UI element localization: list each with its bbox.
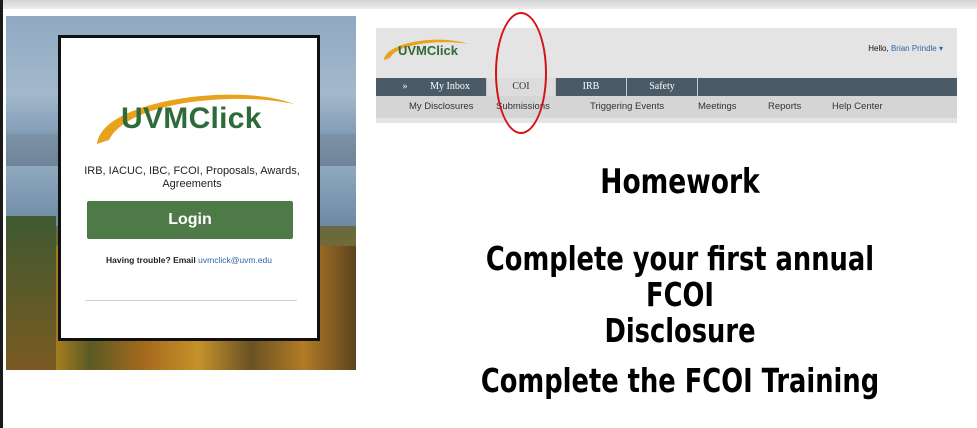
user-menu[interactable]: Brian Prindle bbox=[891, 44, 937, 53]
slide-top-rule bbox=[0, 0, 977, 9]
login-button[interactable]: Login bbox=[87, 201, 293, 239]
uvmclick-logo: UVMClick bbox=[89, 82, 299, 162]
card-divider bbox=[85, 300, 297, 301]
subnav-my-disclosures[interactable]: My Disclosures bbox=[409, 101, 473, 112]
subnav-triggering-events[interactable]: Triggering Events bbox=[590, 101, 664, 112]
uvmclick-app-header: UVMClick Hello, Brian Prindle ▾ » My Inb… bbox=[376, 28, 957, 123]
homework-line-1: Complete your first annual FCOI bbox=[485, 239, 875, 314]
user-greeting: Hello, Brian Prindle ▾ bbox=[868, 44, 943, 53]
homework-line-2: Disclosure bbox=[604, 311, 756, 350]
subnav-reports[interactable]: Reports bbox=[768, 101, 801, 112]
homework-item-disclosure: Complete your first annual FCOI Disclosu… bbox=[454, 241, 906, 349]
sub-navigation: My Disclosures Submissions Triggering Ev… bbox=[376, 96, 957, 118]
subnav-meetings[interactable]: Meetings bbox=[698, 101, 737, 112]
subnav-help-center[interactable]: Help Center bbox=[832, 101, 883, 112]
help-email-link[interactable]: uvmclick@uvm.edu bbox=[198, 255, 272, 265]
logo-text: UVMClick bbox=[121, 102, 262, 135]
homework-item-training: Complete the FCOI Training bbox=[480, 361, 880, 400]
homework-title: Homework bbox=[600, 162, 760, 202]
tab-my-inbox[interactable]: My Inbox bbox=[414, 78, 487, 96]
annotation-circle bbox=[495, 12, 547, 134]
slide-left-rule bbox=[0, 0, 3, 428]
help-prefix: Having trouble? Email bbox=[106, 255, 196, 265]
expand-nav-button[interactable]: » bbox=[396, 78, 415, 96]
login-subtitle: IRB, IACUC, IBC, FCOI, Proposals, Awards… bbox=[84, 165, 300, 190]
help-text: Having trouble? Email uvmclick@uvm.edu bbox=[61, 255, 317, 265]
main-tab-bar: » My Inbox COI IRB Safety bbox=[376, 78, 957, 96]
caret-down-icon[interactable]: ▾ bbox=[939, 44, 943, 53]
app-logo[interactable]: UVMClick bbox=[380, 36, 470, 64]
tab-safety[interactable]: Safety bbox=[627, 78, 698, 96]
login-card: UVMClick IRB, IACUC, IBC, FCOI, Proposal… bbox=[58, 35, 320, 341]
tab-irb[interactable]: IRB bbox=[556, 78, 627, 96]
app-logo-text: UVMClick bbox=[398, 43, 458, 58]
